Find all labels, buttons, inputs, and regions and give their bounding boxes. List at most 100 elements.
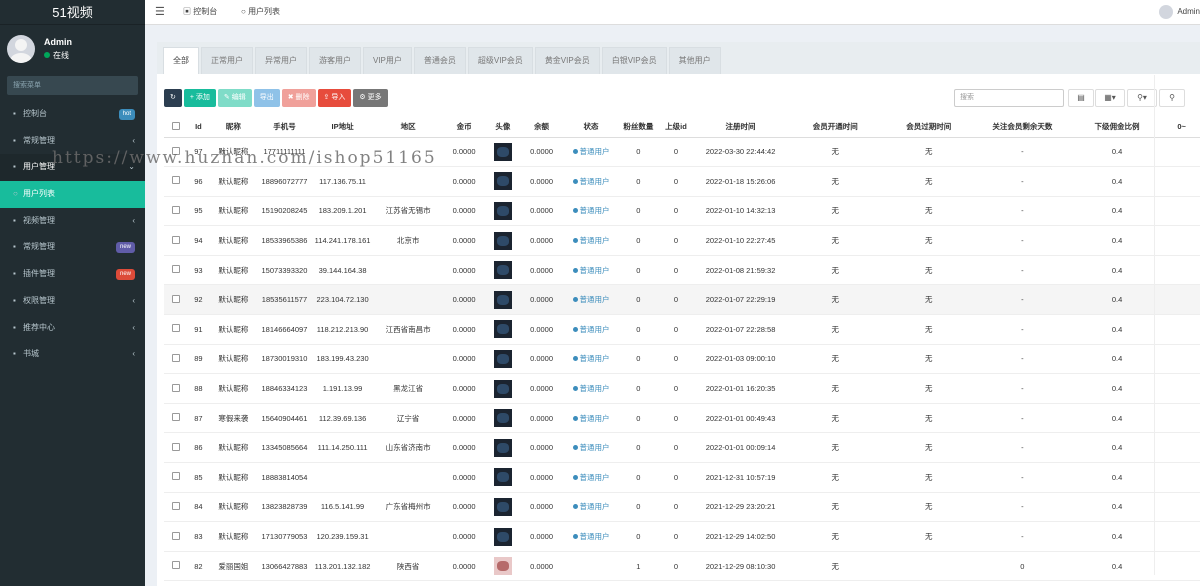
filter-tab-2[interactable]: 异常用户 <box>255 47 307 74</box>
column-header[interactable]: 会员开通时间 <box>786 117 884 138</box>
row-checkbox[interactable] <box>164 403 188 434</box>
table-row[interactable]: 95 默认昵称 15190208245 183.209.1.201 江苏省无锡市 0.00… <box>164 196 1200 227</box>
table-row[interactable]: 92 默认昵称 18535611577 223.104.72.130 0.0000 0.0… <box>164 284 1200 316</box>
table-row[interactable]: 93 默认昵称 15073393320 39.144.164.38 0.0000 0.00… <box>164 255 1200 286</box>
export-menu-button[interactable]: ⚲▾ <box>1127 89 1157 107</box>
sidebar-search-input[interactable]: 搜索菜单 <box>7 76 138 95</box>
filter-tab-5[interactable]: 普通会员 <box>413 47 466 74</box>
column-header[interactable]: 地区 <box>373 117 443 138</box>
checkbox-icon[interactable] <box>171 265 180 274</box>
sidebar-item-6[interactable]: ▪ 插件管理 new <box>0 261 145 288</box>
avatar[interactable] <box>493 142 512 161</box>
row-checkbox[interactable] <box>164 492 188 523</box>
export-button[interactable]: 导出 <box>253 89 280 107</box>
checkbox-icon[interactable] <box>171 531 180 540</box>
columns-button[interactable]: ▦▾ <box>1095 89 1125 107</box>
edit-button[interactable]: ✎ 编辑 <box>217 89 252 107</box>
checkbox-icon[interactable] <box>171 472 180 481</box>
top-tab-dashboard[interactable]: ▣ 控制台 <box>183 6 217 17</box>
filter-tab-7[interactable]: 黄金VIP会员 <box>534 47 600 74</box>
column-header[interactable]: 0~ <box>1163 117 1200 138</box>
filter-tab-4[interactable]: VIP用户 <box>363 47 412 74</box>
table-row[interactable]: 82 爱丽国姐 13066427883 113.201.132.182 陕西省 0.000… <box>164 551 1200 582</box>
avatar[interactable] <box>493 379 512 398</box>
sidebar-item-5[interactable]: ▪ 常规管理 new <box>0 234 145 261</box>
avatar[interactable] <box>493 438 512 457</box>
checkbox-icon[interactable] <box>171 121 180 130</box>
app-logo[interactable]: 51视频 <box>0 0 145 25</box>
sidebar-item-0[interactable]: ▪ 控制台 hot <box>0 101 145 128</box>
checkbox-icon[interactable] <box>171 383 180 392</box>
avatar[interactable] <box>493 527 512 546</box>
avatar[interactable] <box>493 231 512 250</box>
row-checkbox[interactable] <box>164 196 188 227</box>
avatar[interactable] <box>493 320 512 339</box>
sidebar-item-3[interactable]: ○ 用户列表 <box>0 181 145 208</box>
table-row[interactable]: 84 默认昵称 13823828739 116.5.141.99 广东省梅州市 0.000… <box>164 492 1200 523</box>
column-header[interactable]: 注册时间 <box>694 117 787 138</box>
row-checkbox[interactable] <box>164 255 188 286</box>
row-checkbox[interactable] <box>164 344 188 375</box>
avatar[interactable] <box>493 201 512 220</box>
row-checkbox[interactable] <box>164 551 188 582</box>
avatar[interactable] <box>493 409 512 428</box>
row-checkbox[interactable] <box>164 314 188 345</box>
column-header[interactable]: 关注会员剩余天数 <box>973 117 1071 138</box>
sidebar-item-8[interactable]: ▪ 推荐中心 ‹ <box>0 315 145 342</box>
column-header[interactable]: 昵称 <box>209 117 258 138</box>
checkbox-icon[interactable] <box>171 324 180 333</box>
table-row[interactable]: 87 寒假来袭 15640904461 112.39.69.136 辽宁省 0.0000 0… <box>164 403 1200 434</box>
table-row[interactable]: 86 默认昵称 13345085664 111.14.250.111 山东省济南市 0.0… <box>164 432 1200 464</box>
filter-tab-3[interactable]: 游客用户 <box>309 47 361 74</box>
search-button[interactable]: ⚲ <box>1159 89 1185 107</box>
top-tab-user-list[interactable]: ○ 用户列表 <box>241 6 280 17</box>
filter-tab-6[interactable]: 超级VIP会员 <box>467 47 533 74</box>
row-checkbox[interactable] <box>164 521 188 552</box>
avatar[interactable] <box>493 290 512 309</box>
column-header[interactable]: IP地址 <box>311 117 374 138</box>
table-row[interactable]: 88 默认昵称 18846334123 1.191.13.99 黑龙江省 0.0000 0.… <box>164 373 1200 404</box>
checkbox-icon[interactable] <box>171 442 180 451</box>
avatar[interactable] <box>493 468 512 487</box>
avatar[interactable] <box>493 172 512 191</box>
avatar[interactable] <box>493 349 512 368</box>
column-header[interactable]: 金币 <box>442 117 486 138</box>
table-row[interactable]: 96 默认昵称 18896072777 117.136.75.11 0.0000 0.00… <box>164 166 1200 197</box>
select-all-checkbox[interactable] <box>164 117 188 138</box>
column-header[interactable]: 下级佣金比例 <box>1070 117 1164 138</box>
table-row[interactable]: 89 默认昵称 18730019310 183.199.43.230 0.0000 0.0… <box>164 344 1200 375</box>
column-header[interactable]: 状态 <box>563 117 620 138</box>
checkbox-icon[interactable] <box>171 353 180 362</box>
column-header[interactable]: 手机号 <box>257 117 312 138</box>
column-header[interactable]: 头像 <box>485 117 521 138</box>
avatar[interactable] <box>493 557 512 576</box>
sidebar-item-9[interactable]: ▪ 书城 ‹ <box>0 341 145 368</box>
column-header[interactable]: 上级id <box>657 117 695 138</box>
delete-button[interactable]: ✖ 删除 <box>281 89 316 107</box>
row-checkbox[interactable] <box>164 373 188 404</box>
refresh-button[interactable]: ↻ <box>164 89 182 107</box>
column-header[interactable]: 余额 <box>520 117 564 138</box>
checkbox-icon[interactable] <box>171 501 180 510</box>
row-checkbox[interactable] <box>164 432 188 464</box>
checkbox-icon[interactable] <box>171 413 180 422</box>
table-row[interactable]: 94 默认昵称 18533965386 114.241.178.161 北京市 0.000… <box>164 225 1200 256</box>
sidebar-item-4[interactable]: ▪ 视频管理 ‹ <box>0 208 145 235</box>
row-checkbox[interactable] <box>164 462 188 493</box>
column-header[interactable]: Id <box>187 117 210 138</box>
avatar[interactable] <box>493 497 512 516</box>
row-checkbox[interactable] <box>164 225 188 256</box>
hamburger-menu-icon[interactable]: ☰ <box>155 5 165 18</box>
checkbox-icon[interactable] <box>171 205 180 214</box>
checkbox-icon[interactable] <box>171 176 180 185</box>
more-button[interactable]: ⚙ 更多 <box>353 89 388 107</box>
toggle-view-button[interactable]: ▤ <box>1068 89 1094 107</box>
checkbox-icon[interactable] <box>171 294 180 303</box>
column-header[interactable]: 会员过期时间 <box>883 117 974 138</box>
import-button[interactable]: ⇪ 导入 <box>317 89 352 107</box>
filter-tab-8[interactable]: 白银VIP会员 <box>601 47 667 74</box>
column-header[interactable]: 粉丝数量 <box>619 117 658 138</box>
checkbox-icon[interactable] <box>171 561 180 570</box>
top-user-menu[interactable]: Admin <box>1159 5 1200 19</box>
row-checkbox[interactable] <box>164 166 188 197</box>
